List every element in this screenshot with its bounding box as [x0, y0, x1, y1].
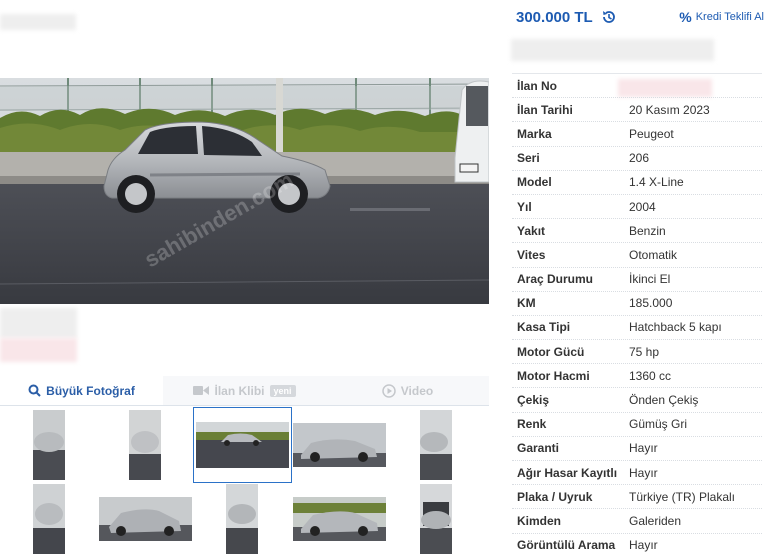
detail-key: Marka: [517, 126, 552, 141]
detail-row: Çekiş Önden Çekiş: [512, 387, 762, 411]
history-icon[interactable]: [601, 9, 617, 25]
detail-key: Motor Gücü: [517, 344, 585, 359]
detail-key: Renk: [517, 417, 547, 432]
detail-key: Kasa Tipi: [517, 320, 571, 335]
thumbnail[interactable]: [293, 497, 386, 541]
thumbnail-grid: [0, 407, 489, 555]
detail-value: Hayır: [629, 441, 658, 456]
price-row: 300.000 TL % Kredi Teklifi Al: [516, 4, 764, 30]
thumbnail[interactable]: [226, 484, 258, 554]
detail-key: İlan No: [517, 78, 558, 93]
video-camera-icon: [193, 386, 210, 395]
detail-value: İkinci El: [629, 272, 671, 287]
detail-key: Yıl: [517, 199, 532, 214]
detail-key: KM: [517, 296, 536, 311]
detail-key: Çekiş: [517, 393, 550, 408]
detail-value: Benzin: [629, 223, 666, 238]
detail-value: Türkiye (TR) Plakalı: [629, 489, 736, 504]
detail-value: 206: [629, 151, 650, 166]
tab-label: İlan Klibi: [214, 383, 265, 398]
redacted-listing-title: [511, 39, 714, 61]
thumbnail[interactable]: [420, 484, 452, 554]
detail-value: Önden Çekiş: [629, 393, 699, 408]
detail-value: Hayır: [629, 465, 658, 480]
detail-key: Plaka / Uyruk: [517, 489, 593, 504]
thumbnail[interactable]: [99, 497, 192, 541]
detail-key: Motor Hacmi: [517, 368, 590, 383]
detail-key: Vites: [517, 247, 546, 262]
thumbnail[interactable]: [33, 484, 65, 554]
detail-row: Motor Hacmi 1360 cc: [512, 363, 762, 387]
thumbnail[interactable]: [33, 410, 65, 480]
detail-row: Motor Gücü 75 hp: [512, 339, 762, 363]
thumbnail[interactable]: [420, 410, 452, 480]
price: 300.000 TL: [516, 8, 593, 26]
detail-row: Plaka / Uyruk Türkiye (TR) Plakalı: [512, 484, 762, 508]
detail-value: Peugeot: [629, 126, 674, 141]
tab-label: Video: [400, 383, 434, 398]
detail-key: Görüntülü Arama: [517, 538, 616, 553]
thumbnail-selected[interactable]: [193, 407, 292, 483]
detail-value: Galeriden: [629, 513, 682, 528]
detail-row: İlan Tarihi 20 Kasım 2023: [512, 97, 762, 121]
detail-row: Garanti Hayır: [512, 435, 762, 460]
detail-value: 75 hp: [629, 344, 660, 359]
detail-value: 2004: [629, 199, 656, 214]
detail-key: Ağır Hasar Kayıtlı: [517, 465, 618, 480]
thumbnail[interactable]: [293, 423, 386, 467]
details-table: İlan No İlan Tarihi 20 Kasım 2023 Marka Peug…: [512, 73, 762, 555]
detail-row: Model 1.4 X-Line: [512, 169, 762, 194]
detail-key: Seri: [517, 151, 540, 166]
redacted-title: [0, 14, 76, 30]
detail-row: İlan No: [512, 73, 762, 97]
detail-value: Hayır: [629, 538, 658, 553]
detail-key: Kimden: [517, 513, 562, 528]
play-icon: [382, 383, 396, 398]
detail-row: Renk Gümüş Gri: [512, 411, 762, 436]
tab-video[interactable]: Video: [326, 376, 489, 405]
percent-icon: %: [679, 9, 692, 25]
detail-key: Araç Durumu: [517, 272, 594, 287]
tab-ilan-klibi[interactable]: İlan Klibi yeni: [163, 376, 326, 405]
detail-value: 1360 cc: [629, 368, 672, 383]
kredi-label: Kredi Teklifi Al: [695, 11, 764, 23]
search-icon: [28, 384, 41, 397]
detail-row: KM 185.000: [512, 290, 762, 315]
detail-key: Model: [517, 175, 552, 190]
redacted-seller-block-2: [0, 338, 77, 362]
media-tabs: Büyük Fotoğraf İlan Klibi yeni Video: [0, 376, 489, 406]
detail-value: 185.000: [629, 296, 673, 311]
detail-value: Hatchback 5 kapı: [629, 320, 722, 335]
detail-key: Garanti: [517, 441, 560, 456]
detail-row: Ağır Hasar Kayıtlı Hayır: [512, 460, 762, 484]
new-badge: yeni: [269, 384, 296, 397]
tab-buyuk-fotograf[interactable]: Büyük Fotoğraf: [0, 376, 163, 405]
detail-row: Araç Durumu İkinci El: [512, 266, 762, 291]
detail-key: İlan Tarihi: [517, 102, 573, 117]
detail-row: Yıl 2004: [512, 193, 762, 218]
tab-label: Büyük Fotoğraf: [46, 383, 135, 398]
detail-row: Vites Otomatik: [512, 242, 762, 266]
detail-row: Kasa Tipi Hatchback 5 kapı: [512, 314, 762, 339]
thumbnail[interactable]: [129, 410, 161, 480]
kredi-teklifi-link[interactable]: % Kredi Teklifi Al: [679, 9, 764, 25]
main-photo[interactable]: sahibinden.com: [0, 78, 489, 304]
detail-value: 1.4 X-Line: [629, 175, 684, 190]
detail-row: Görüntülü Arama Hayır: [512, 532, 762, 555]
detail-value: 20 Kasım 2023: [629, 102, 710, 117]
detail-row: Marka Peugeot: [512, 121, 762, 145]
detail-row: Yakıt Benzin: [512, 218, 762, 242]
detail-key: Yakıt: [517, 223, 546, 238]
detail-row: Seri 206: [512, 145, 762, 170]
redacted-seller-block: [0, 308, 77, 338]
detail-value: Gümüş Gri: [629, 417, 688, 432]
detail-value: Otomatik: [629, 247, 678, 262]
detail-row: Kimden Galeriden: [512, 508, 762, 532]
